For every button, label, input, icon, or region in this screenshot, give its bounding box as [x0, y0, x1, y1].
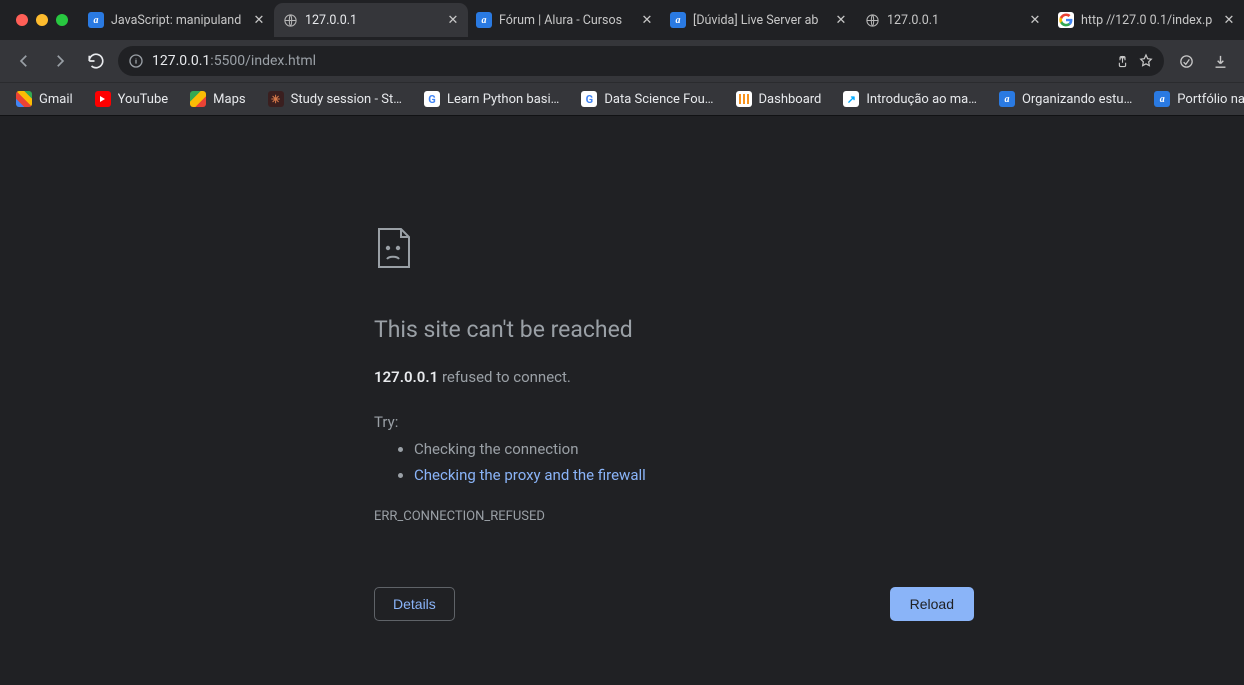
- bookmark-gmail[interactable]: Gmail: [8, 87, 81, 111]
- reload-button[interactable]: [82, 47, 110, 75]
- error-title: This site can't be reached: [374, 312, 974, 348]
- bookmark-organizando[interactable]: a Organizando estu…: [991, 87, 1140, 111]
- bookmark-python[interactable]: Learn Python basi…: [416, 87, 567, 111]
- close-window-button[interactable]: [16, 14, 28, 26]
- maximize-window-button[interactable]: [56, 14, 68, 26]
- sad-page-icon: [374, 226, 974, 277]
- gmail-icon: [16, 91, 32, 107]
- close-tab-icon[interactable]: ✕: [640, 13, 654, 27]
- alura-icon: a: [1154, 91, 1170, 107]
- error-host: 127.0.0.1: [374, 368, 438, 386]
- tab-2[interactable]: a Fórum | Alura - Cursos ✕: [468, 3, 662, 37]
- bookmark-label: Learn Python basi…: [447, 92, 559, 107]
- alura-icon: a: [999, 91, 1015, 107]
- bookmark-dashboard[interactable]: Dashboard: [728, 87, 830, 111]
- error-page: This site can't be reached 127.0.0.1 ref…: [374, 226, 974, 621]
- globe-icon: [282, 12, 298, 28]
- study-icon: [268, 91, 284, 107]
- tab-title: Fórum | Alura - Cursos: [499, 13, 633, 28]
- close-tab-icon[interactable]: ✕: [834, 13, 848, 27]
- bookmark-star-icon[interactable]: [1138, 53, 1154, 69]
- tab-strip: a JavaScript: manipuland ✕ 127.0.0.1 ✕ a…: [0, 0, 1244, 40]
- bookmarks-bar: Gmail YouTube Maps Study session - St… L…: [0, 82, 1244, 116]
- dashboard-icon: [736, 91, 752, 107]
- tab-5[interactable]: http //127.0 0.1/index.p ✕: [1050, 3, 1244, 37]
- url-text: 127.0.0.1:5500/index.html: [152, 53, 1107, 69]
- share-icon[interactable]: [1115, 54, 1130, 69]
- page-content: This site can't be reached 127.0.0.1 ref…: [0, 116, 1244, 685]
- google-icon: [1058, 12, 1074, 28]
- bookmark-label: Portfólio na área d…: [1177, 92, 1244, 107]
- bookmark-label: Dashboard: [759, 92, 822, 107]
- alura-icon: a: [88, 12, 104, 28]
- error-message: 127.0.0.1 refused to connect.: [374, 366, 974, 389]
- globe-icon: [864, 12, 880, 28]
- minimize-window-button[interactable]: [36, 14, 48, 26]
- bookmark-label: Introdução ao ma…: [866, 92, 977, 107]
- error-code: ERR_CONNECTION_REFUSED: [374, 507, 974, 527]
- close-tab-icon[interactable]: ✕: [252, 13, 266, 27]
- alura-icon: a: [670, 12, 686, 28]
- google-icon: [581, 91, 597, 107]
- google-icon: [424, 91, 440, 107]
- suggestion-item: Checking the proxy and the firewall: [414, 464, 974, 487]
- maps-icon: [190, 91, 206, 107]
- downloads-icon[interactable]: [1206, 47, 1234, 75]
- forward-button[interactable]: [46, 47, 74, 75]
- suggestion-item: Checking the connection: [414, 438, 974, 461]
- url-path: :5500/index.html: [210, 53, 316, 69]
- bookmark-label: Data Science Fou…: [604, 92, 713, 107]
- reload-page-button[interactable]: Reload: [890, 587, 974, 621]
- url-host: 127.0.0.1: [152, 53, 210, 69]
- bookmark-label: Organizando estu…: [1022, 92, 1132, 107]
- bookmark-study[interactable]: Study session - St…: [260, 87, 410, 111]
- bookmark-youtube[interactable]: YouTube: [87, 87, 177, 111]
- site-info-icon[interactable]: [128, 53, 144, 69]
- browser-toolbar: 127.0.0.1:5500/index.html: [0, 40, 1244, 82]
- tab-3[interactable]: a [Dúvida] Live Server ab ✕: [662, 3, 856, 37]
- bookmark-label: Gmail: [39, 92, 73, 107]
- suggestion-link[interactable]: Checking the proxy and the firewall: [414, 466, 646, 484]
- bookmark-introducao[interactable]: Introdução ao ma…: [835, 87, 985, 111]
- bookmark-label: YouTube: [118, 92, 169, 107]
- error-try-label: Try:: [374, 411, 974, 434]
- details-button[interactable]: Details: [374, 587, 455, 621]
- extension-icon[interactable]: [1172, 47, 1200, 75]
- close-tab-icon[interactable]: ✕: [446, 13, 460, 27]
- toolbar-right: [1172, 47, 1234, 75]
- window-controls: [10, 14, 80, 26]
- close-tab-icon[interactable]: ✕: [1222, 13, 1236, 27]
- back-button[interactable]: [10, 47, 38, 75]
- tab-title: 127.0.0.1: [887, 13, 1021, 28]
- tab-1[interactable]: 127.0.0.1 ✕: [274, 3, 468, 37]
- bookmark-label: Maps: [213, 92, 245, 107]
- bookmark-maps[interactable]: Maps: [182, 87, 253, 111]
- error-refused: refused to connect.: [438, 368, 571, 386]
- tab-4[interactable]: 127.0.0.1 ✕: [856, 3, 1050, 37]
- tab-title: JavaScript: manipuland: [111, 13, 245, 28]
- bookmark-label: Study session - St…: [291, 92, 402, 107]
- close-tab-icon[interactable]: ✕: [1028, 13, 1042, 27]
- bookmark-portfolio[interactable]: a Portfólio na área d…: [1146, 87, 1244, 111]
- cursor-icon: [843, 91, 859, 107]
- error-actions: Details Reload: [374, 587, 974, 621]
- tab-title: 127.0.0.1: [305, 13, 439, 28]
- error-suggestions: Checking the connection Checking the pro…: [374, 438, 974, 487]
- tab-title: [Dúvida] Live Server ab: [693, 13, 827, 28]
- youtube-icon: [95, 91, 111, 107]
- address-bar[interactable]: 127.0.0.1:5500/index.html: [118, 46, 1164, 76]
- bookmark-datascience[interactable]: Data Science Fou…: [573, 87, 721, 111]
- tab-title: http //127.0 0.1/index.p: [1081, 13, 1215, 28]
- tab-0[interactable]: a JavaScript: manipuland ✕: [80, 3, 274, 37]
- suggestion-text: Checking the connection: [414, 440, 579, 458]
- alura-icon: a: [476, 12, 492, 28]
